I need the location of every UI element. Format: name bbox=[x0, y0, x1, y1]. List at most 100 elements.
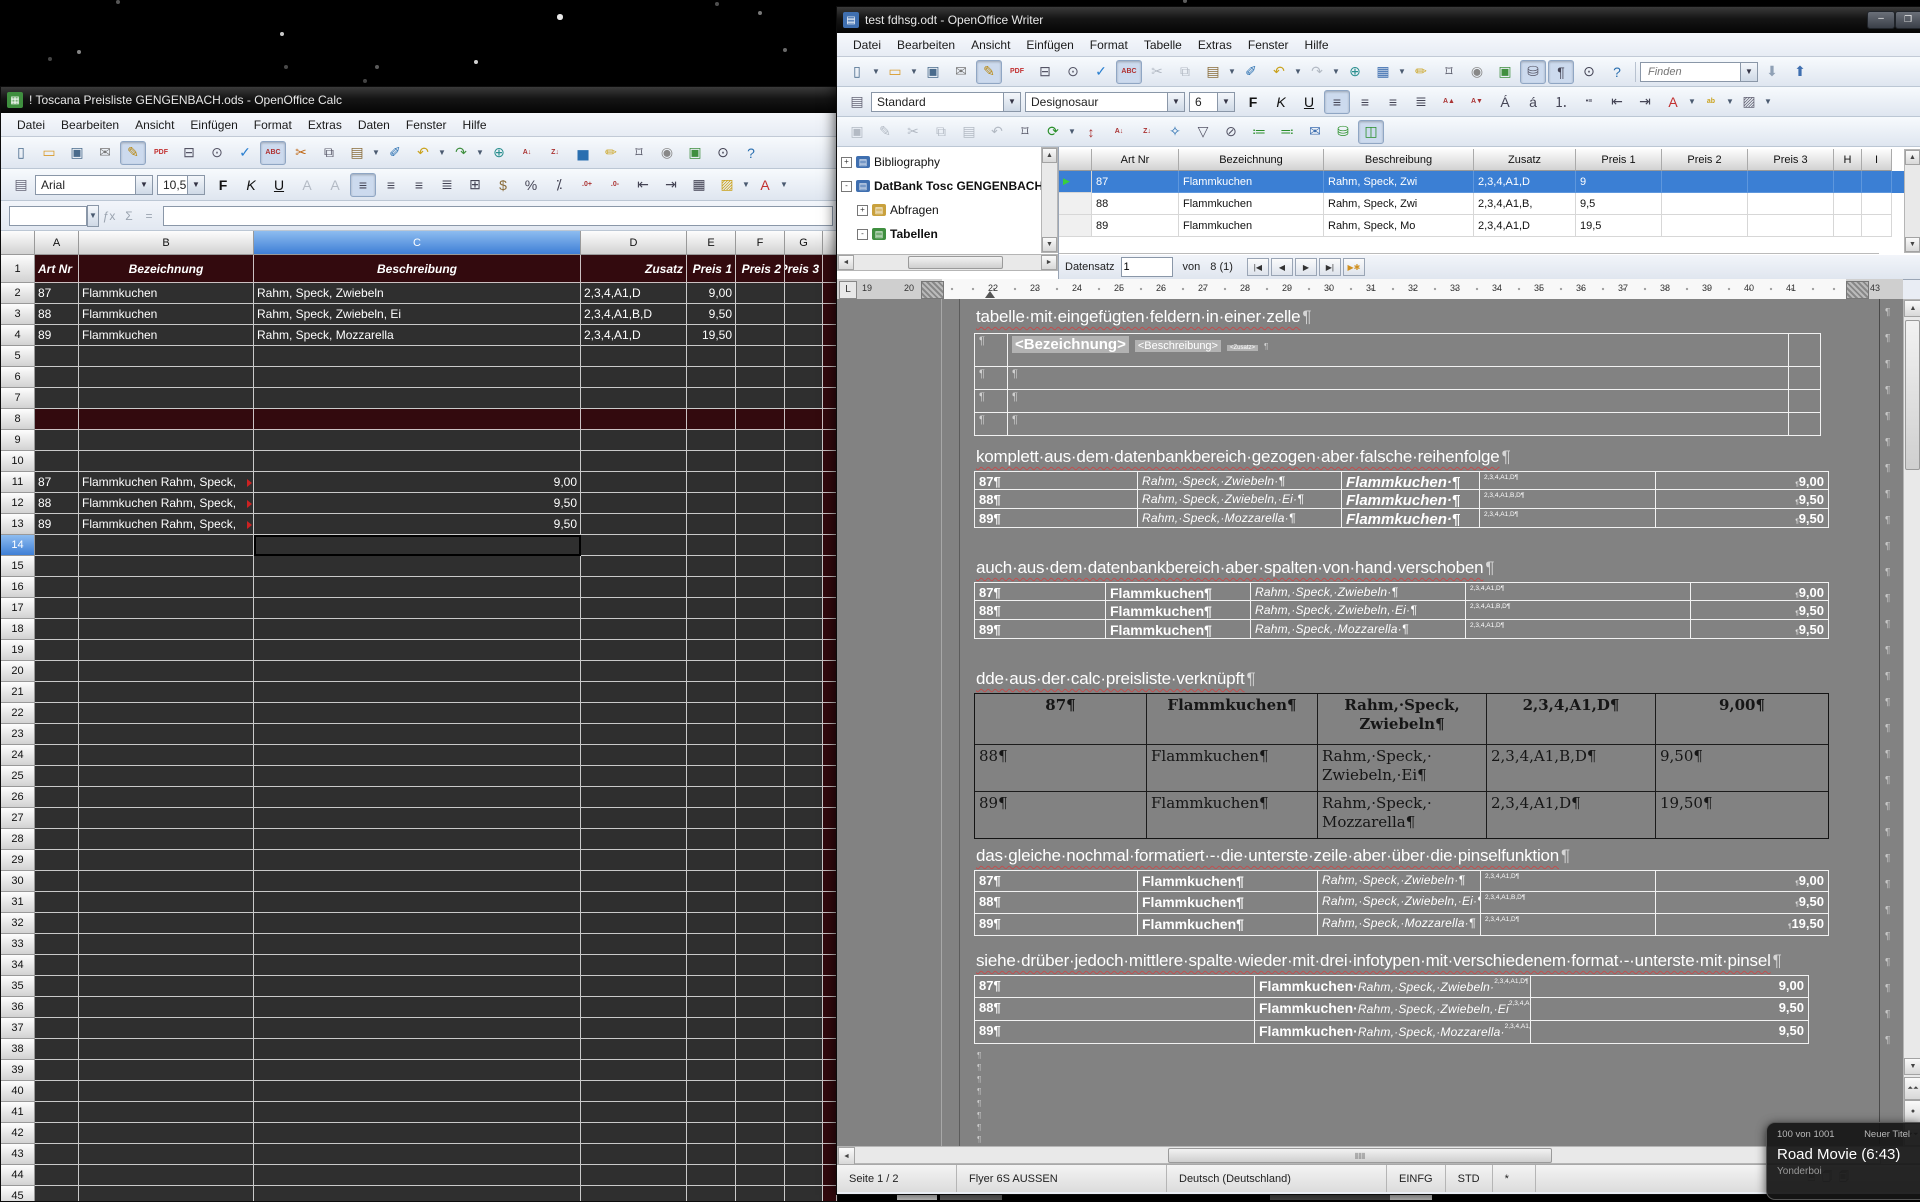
paste-icon[interactable]: ▤ bbox=[956, 120, 982, 144]
table-cell[interactable]: Rahm,·Speck,·Mozzarella·¶ bbox=[1138, 509, 1342, 528]
cell-E4[interactable]: 19,50 bbox=[687, 325, 736, 346]
percent-icon[interactable]: % bbox=[518, 173, 544, 197]
table-cell[interactable]: 2,3,4,A1,B,D¶ bbox=[1480, 490, 1656, 509]
calc-menu-einfgen[interactable]: Einfügen bbox=[182, 115, 245, 135]
database-field-chip[interactable]: <Bezeichnung> bbox=[1012, 336, 1129, 353]
cell-G43[interactable] bbox=[785, 1144, 823, 1165]
cell-F13[interactable] bbox=[736, 514, 785, 535]
column-header-corner[interactable] bbox=[1, 231, 35, 255]
row-header-27[interactable]: 27 bbox=[1, 808, 35, 829]
row-header-25[interactable]: 25 bbox=[1, 766, 35, 787]
calc-menu-fenster[interactable]: Fenster bbox=[398, 115, 455, 135]
cell-F4[interactable] bbox=[736, 325, 785, 346]
cell-C38[interactable] bbox=[254, 1039, 581, 1060]
calc-menu-extras[interactable]: Extras bbox=[300, 115, 350, 135]
cell-F28[interactable] bbox=[736, 829, 785, 850]
cell-C13[interactable]: 9,50 bbox=[254, 514, 581, 535]
cell-F37[interactable] bbox=[736, 1018, 785, 1039]
cell-B37[interactable] bbox=[79, 1018, 254, 1039]
cell-C16[interactable] bbox=[254, 577, 581, 598]
cell-C39[interactable] bbox=[254, 1060, 581, 1081]
cell-E7[interactable] bbox=[687, 388, 736, 409]
minimize-button[interactable]: – bbox=[1867, 11, 1895, 29]
cell-D36[interactable] bbox=[581, 997, 687, 1018]
row-header-44[interactable]: 44 bbox=[1, 1165, 35, 1186]
grid-cell[interactable] bbox=[1862, 193, 1892, 215]
tree-item-bibliography[interactable]: +▤Bibliography bbox=[841, 151, 940, 173]
table-cell[interactable]: 87¶ bbox=[974, 582, 1106, 601]
cell-B35[interactable] bbox=[79, 976, 254, 997]
cell-A9[interactable] bbox=[35, 430, 79, 451]
cell-A30[interactable] bbox=[35, 871, 79, 892]
cell-E8[interactable] bbox=[687, 409, 736, 430]
spellcheck-icon[interactable]: ✓ bbox=[1088, 60, 1114, 84]
cell-C15[interactable] bbox=[254, 556, 581, 577]
redo-icon[interactable]: ↷ bbox=[448, 141, 474, 165]
table-icon-dropdown[interactable]: ▼ bbox=[1397, 61, 1407, 83]
cell-C45[interactable] bbox=[254, 1186, 581, 1201]
autospellcheck-icon[interactable]: ABC bbox=[260, 141, 286, 165]
cell-E33[interactable] bbox=[687, 934, 736, 955]
table-cell[interactable]: 87¶ bbox=[974, 870, 1138, 892]
cell-A31[interactable] bbox=[35, 892, 79, 913]
print-icon[interactable]: ⊟ bbox=[1032, 60, 1058, 84]
cell-A34[interactable] bbox=[35, 955, 79, 976]
grid-cell[interactable] bbox=[1862, 171, 1892, 193]
cell-E15[interactable] bbox=[687, 556, 736, 577]
cell-F42[interactable] bbox=[736, 1123, 785, 1144]
calc-titlebar[interactable]: ▦ ! Toscana Preisliste GENGENBACH.ods - … bbox=[1, 87, 837, 113]
cell-F15[interactable] bbox=[736, 556, 785, 577]
cell-H43[interactable] bbox=[823, 1144, 837, 1165]
cell-D42[interactable] bbox=[581, 1123, 687, 1144]
vscroll-thumb[interactable] bbox=[1905, 320, 1920, 470]
cell-D35[interactable] bbox=[581, 976, 687, 997]
cell-H39[interactable] bbox=[823, 1060, 837, 1081]
cell-E42[interactable] bbox=[687, 1123, 736, 1144]
new-document-icon[interactable]: ▯ bbox=[8, 141, 34, 165]
cell-B39[interactable] bbox=[79, 1060, 254, 1081]
cell-C44[interactable] bbox=[254, 1165, 581, 1186]
font-size-combo-dropdown-icon[interactable]: ▼ bbox=[1217, 93, 1234, 111]
cell-D6[interactable] bbox=[581, 367, 687, 388]
grid-cell[interactable] bbox=[1834, 193, 1862, 215]
row-header-29[interactable]: 29 bbox=[1, 850, 35, 871]
column-header-B[interactable]: B bbox=[79, 231, 254, 255]
bold-icon[interactable]: F bbox=[210, 173, 236, 197]
cell-F3[interactable] bbox=[736, 304, 785, 325]
hscroll-thumb[interactable]: ⦀⦀⦀ bbox=[1168, 1148, 1552, 1163]
table-cell[interactable]: Flammkuchen¶ bbox=[1106, 582, 1251, 601]
data-source-browser[interactable]: +▤Bibliography-▤DatBank Tosc GENGENBACH+… bbox=[837, 147, 1920, 280]
cell-D16[interactable] bbox=[581, 577, 687, 598]
cell-cursor[interactable] bbox=[254, 535, 581, 556]
cell-B1[interactable]: Bezeichnung bbox=[79, 255, 254, 283]
table-icon[interactable]: ▦ bbox=[1370, 60, 1396, 84]
calc-sheet-grid[interactable]: ABCDEFG1Art NrBezeichnungBeschreibungZus… bbox=[1, 231, 837, 1201]
row-header-11[interactable]: 11 bbox=[1, 472, 35, 493]
cell-E24[interactable] bbox=[687, 745, 736, 766]
grid-row[interactable]: 89FlammkuchenRahm, Speck, Mo2,3,4,A1,D19… bbox=[1092, 215, 1912, 237]
cell-F39[interactable] bbox=[736, 1060, 785, 1081]
cell-G12[interactable] bbox=[785, 493, 823, 514]
cell-E44[interactable] bbox=[687, 1165, 736, 1186]
name-box-dropdown-icon[interactable]: ▼ bbox=[87, 205, 99, 227]
cell-D23[interactable] bbox=[581, 724, 687, 745]
font-color-icon-dropdown[interactable]: ▼ bbox=[1687, 91, 1697, 113]
table-cell[interactable]: ¶ bbox=[974, 367, 1008, 390]
table-cell[interactable]: 2,3,4,A1,D¶ bbox=[1466, 582, 1691, 601]
justify-icon[interactable]: ≣ bbox=[1408, 90, 1434, 114]
find-toolbar-input[interactable]: ▼ bbox=[1640, 62, 1758, 82]
grid-header-preis2[interactable]: Preis 2 bbox=[1662, 149, 1748, 171]
cell-B28[interactable] bbox=[79, 829, 254, 850]
cell-C32[interactable] bbox=[254, 913, 581, 934]
cell-B12[interactable]: Flammkuchen Rahm, Speck, bbox=[79, 493, 254, 514]
cell-A1[interactable]: Art Nr bbox=[35, 255, 79, 283]
cell-A42[interactable] bbox=[35, 1123, 79, 1144]
calc-standard-toolbar[interactable]: ▯▭▣✉✎PDF⊟⊙✓ABC✂⧉▤▼✐↶▼↷▼⊕A↓Z↓▅✏⌑◉▣⊙? bbox=[1, 137, 837, 169]
cell-G2[interactable] bbox=[785, 283, 823, 304]
table-cell[interactable]: 9,50¶ bbox=[1656, 509, 1829, 528]
cell-A6[interactable] bbox=[35, 367, 79, 388]
table-cell[interactable]: ¶ bbox=[1008, 390, 1789, 413]
cell-E1[interactable]: Preis 1 bbox=[687, 255, 736, 283]
cell-C4[interactable]: Rahm, Speck, Mozzarella bbox=[254, 325, 581, 346]
cell-E43[interactable] bbox=[687, 1144, 736, 1165]
